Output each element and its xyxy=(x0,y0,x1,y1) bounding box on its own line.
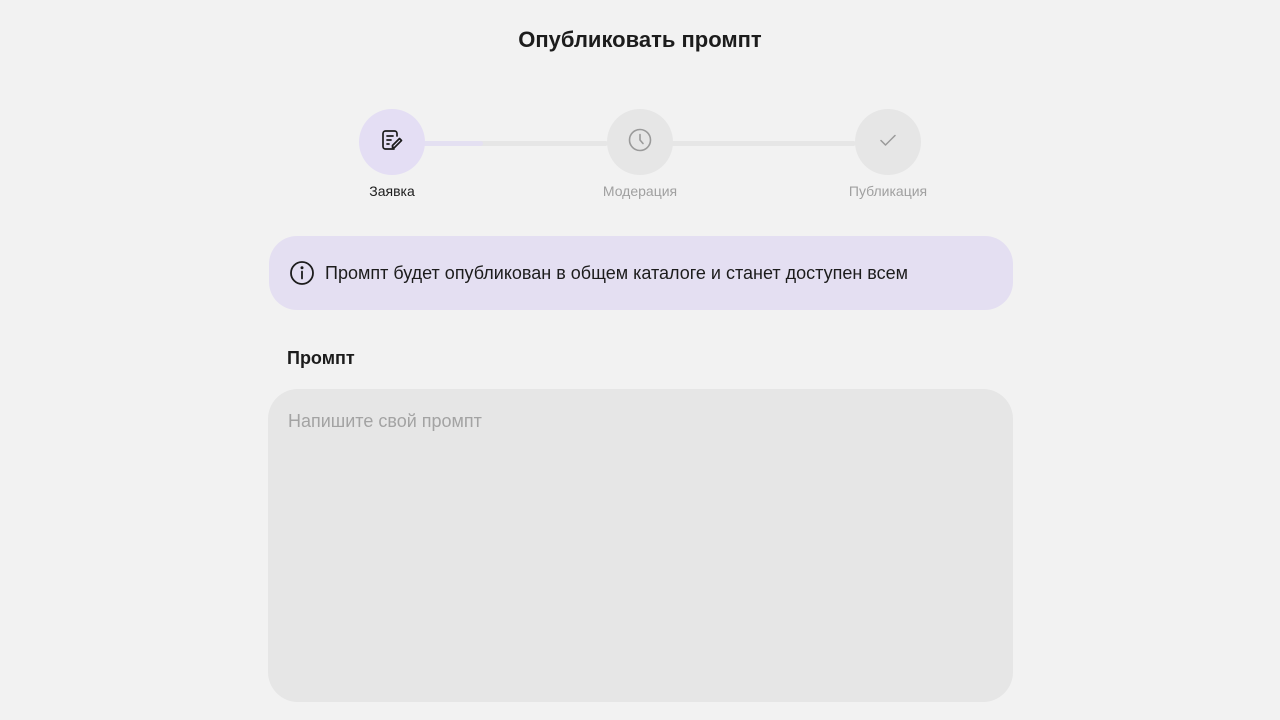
step-application-circle xyxy=(359,109,425,175)
step-application: Заявка xyxy=(332,109,452,200)
clock-icon xyxy=(627,127,653,158)
page-title: Опубликовать промпт xyxy=(518,27,762,52)
step-moderation: Модерация xyxy=(580,109,700,200)
check-icon xyxy=(877,129,899,156)
edit-document-icon xyxy=(379,127,405,158)
prompt-field-label: Промпт xyxy=(287,348,355,368)
info-banner-text: Промпт будет опубликован в общем каталог… xyxy=(325,263,909,283)
prompt-textarea[interactable] xyxy=(268,389,1013,702)
step-publication-label: Публикация xyxy=(848,183,928,199)
step-publication-circle xyxy=(855,109,921,175)
step-publication: Публикация xyxy=(828,109,948,200)
step-application-label: Заявка xyxy=(369,183,415,199)
progress-stepper: Заявка Модерация Публикация xyxy=(300,109,980,204)
step-moderation-label: Модерация xyxy=(602,183,678,199)
info-icon xyxy=(289,260,315,286)
info-banner: Промпт будет опубликован в общем каталог… xyxy=(269,236,1013,310)
step-moderation-circle xyxy=(607,109,673,175)
